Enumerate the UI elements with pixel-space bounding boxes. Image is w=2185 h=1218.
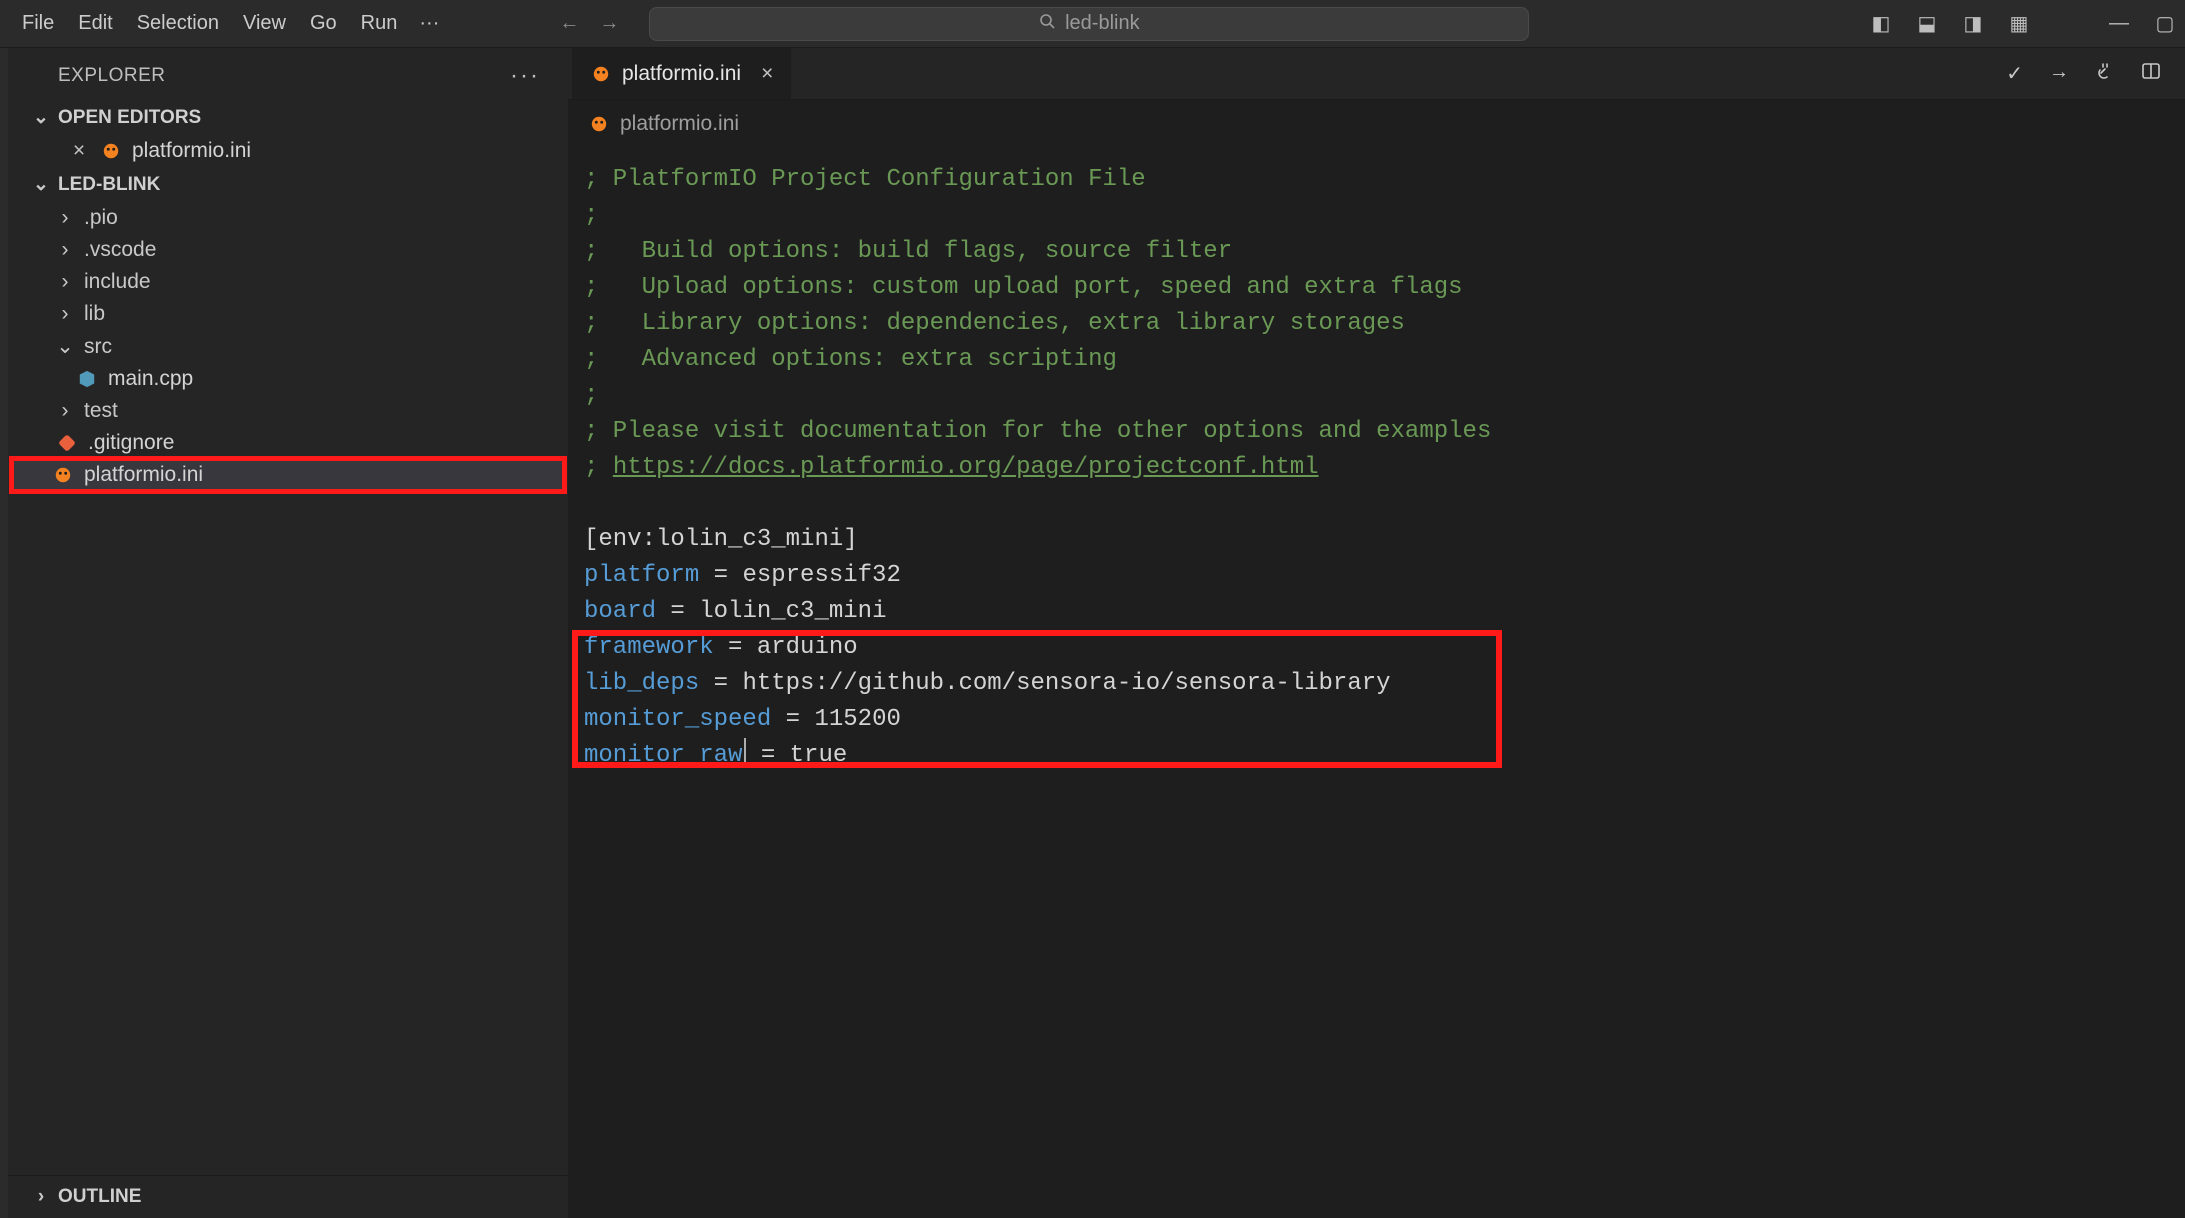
explorer-sidebar: EXPLORER ··· ⌄ OPEN EDITORS × platformio… xyxy=(8,48,568,1218)
tab-close-icon[interactable]: × xyxy=(761,62,773,86)
tree-file-gitignore[interactable]: .gitignore xyxy=(8,427,568,459)
explorer-more-icon[interactable]: ··· xyxy=(510,62,544,90)
open-editors-label: OPEN EDITORS xyxy=(58,107,201,129)
workbench: EXPLORER ··· ⌄ OPEN EDITORS × platformio… xyxy=(0,48,2185,1218)
pio-build-check-icon[interactable]: ✓ xyxy=(2006,61,2023,87)
tree-file-main-cpp[interactable]: main.cpp xyxy=(8,363,568,395)
tree-file-platformio-ini[interactable]: platformio.ini xyxy=(12,459,564,491)
editor-tab-bar: platformio.ini × ✓ → xyxy=(568,48,2185,100)
menu-go[interactable]: Go xyxy=(298,8,349,39)
git-file-icon xyxy=(56,434,78,452)
open-editor-item[interactable]: × platformio.ini xyxy=(8,135,568,167)
tree-label: include xyxy=(84,270,151,294)
menu-view[interactable]: View xyxy=(231,8,298,39)
customize-layout-icon[interactable]: ▦ xyxy=(2009,14,2029,34)
tree-folder-lib[interactable]: › lib xyxy=(8,298,568,330)
platformio-icon xyxy=(588,115,610,133)
chevron-right-icon: › xyxy=(56,206,74,230)
pio-upload-arrow-icon[interactable]: → xyxy=(2049,61,2069,87)
command-center[interactable]: led-blink xyxy=(649,7,1529,41)
activity-bar xyxy=(0,48,8,1218)
code-editor[interactable]: ; PlatformIO Project Configuration File;… xyxy=(568,148,2185,1218)
chevron-right-icon: › xyxy=(32,1186,50,1208)
tree-label: lib xyxy=(84,302,105,326)
tree-folder-pio[interactable]: › .pio xyxy=(8,202,568,234)
outline-label: OUTLINE xyxy=(58,1186,141,1208)
close-icon[interactable]: × xyxy=(68,139,90,163)
breadcrumb-bar[interactable]: platformio.ini xyxy=(568,100,2185,148)
nav-back-icon[interactable]: ← xyxy=(559,12,579,35)
outline-section: › OUTLINE xyxy=(8,1175,568,1218)
project-label: LED-BLINK xyxy=(58,174,160,196)
toggle-primary-sidebar-icon[interactable]: ◧ xyxy=(1871,14,1891,34)
tree-label: .vscode xyxy=(84,238,156,262)
chevron-right-icon: › xyxy=(56,302,74,326)
menu-file[interactable]: File xyxy=(10,8,66,39)
tree-label: test xyxy=(84,399,118,423)
window-minimize-icon[interactable]: — xyxy=(2109,14,2129,34)
tree-label: src xyxy=(84,335,112,359)
editor-actions: ✓ → xyxy=(2006,61,2185,87)
menu-selection[interactable]: Selection xyxy=(125,8,231,39)
explorer-title: EXPLORER xyxy=(58,65,165,87)
cpp-file-icon xyxy=(76,370,98,388)
platformio-icon xyxy=(100,142,122,160)
platformio-icon xyxy=(590,65,612,83)
open-editors-header[interactable]: ⌄ OPEN EDITORS xyxy=(8,100,568,135)
chevron-down-icon: ⌄ xyxy=(32,106,50,129)
pio-serial-plug-icon[interactable] xyxy=(2095,61,2115,87)
tree-folder-vscode[interactable]: › .vscode xyxy=(8,234,568,266)
chevron-down-icon: ⌄ xyxy=(56,334,74,359)
menu-edit[interactable]: Edit xyxy=(66,8,124,39)
chevron-right-icon: › xyxy=(56,238,74,262)
chevron-down-icon: ⌄ xyxy=(32,173,50,196)
nav-forward-icon[interactable]: → xyxy=(599,12,619,35)
project-header[interactable]: ⌄ LED-BLINK xyxy=(8,167,568,202)
layout-controls: ◧ ⬓ ◨ ▦ — ▢ xyxy=(1871,14,2175,34)
tree-label: .pio xyxy=(84,206,118,230)
tree-label: .gitignore xyxy=(88,431,174,455)
tab-filename: platformio.ini xyxy=(622,62,741,86)
tree-folder-include[interactable]: › include xyxy=(8,266,568,298)
tree-label: platformio.ini xyxy=(84,463,203,487)
nav-arrows: ← → xyxy=(559,12,619,35)
search-icon xyxy=(1039,12,1055,35)
tree-folder-test[interactable]: › test xyxy=(8,395,568,427)
menu-run[interactable]: Run xyxy=(349,8,410,39)
menu-overflow[interactable]: ··· xyxy=(409,8,449,39)
command-center-text: led-blink xyxy=(1065,12,1139,35)
explorer-title-row: EXPLORER ··· xyxy=(8,48,568,100)
open-editor-filename: platformio.ini xyxy=(132,139,251,163)
tree-folder-src[interactable]: ⌄ src xyxy=(8,330,568,363)
window-maximize-icon[interactable]: ▢ xyxy=(2155,14,2175,34)
editor-tab-platformio[interactable]: platformio.ini × xyxy=(572,48,792,99)
breadcrumb-filename: platformio.ini xyxy=(620,112,739,136)
chevron-right-icon: › xyxy=(56,270,74,294)
outline-header[interactable]: › OUTLINE xyxy=(8,1176,568,1218)
split-editor-icon[interactable] xyxy=(2141,61,2161,87)
toggle-secondary-sidebar-icon[interactable]: ◨ xyxy=(1963,14,1983,34)
editor-group: platformio.ini × ✓ → platformio.ini ; Pl… xyxy=(568,48,2185,1218)
toggle-panel-icon[interactable]: ⬓ xyxy=(1917,14,1937,34)
platformio-icon xyxy=(52,466,74,484)
titlebar: File Edit Selection View Go Run ··· ← → … xyxy=(0,0,2185,48)
tree-label: main.cpp xyxy=(108,367,193,391)
chevron-right-icon: › xyxy=(56,399,74,423)
